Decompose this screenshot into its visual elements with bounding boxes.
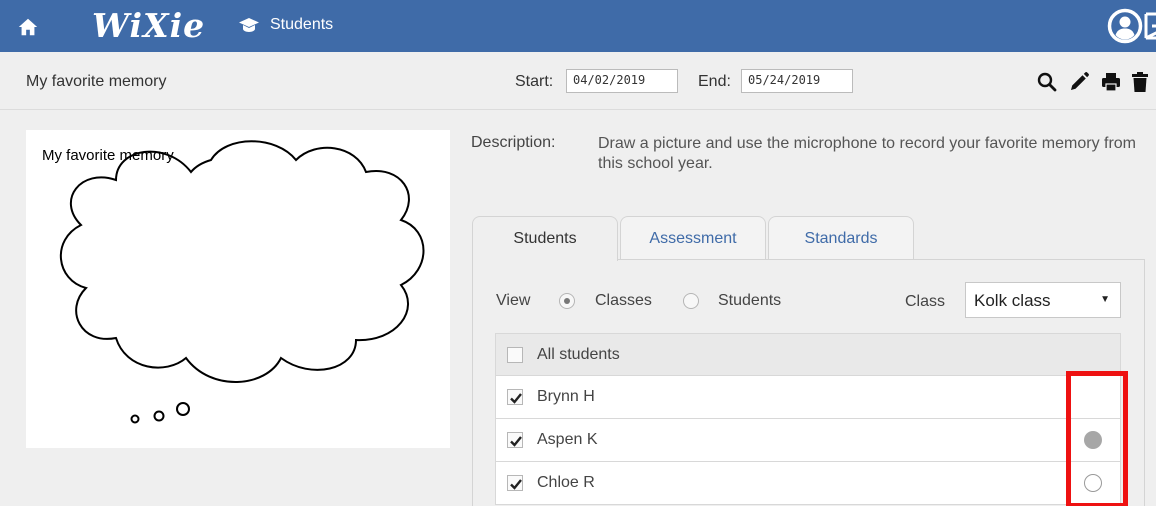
search-icon[interactable] <box>1036 71 1058 93</box>
home-icon[interactable] <box>17 16 39 38</box>
all-students-row[interactable]: All students <box>495 333 1121 376</box>
chevron-down-icon: ▼ <box>1100 294 1110 305</box>
thought-cloud-drawing <box>59 140 425 424</box>
students-radio[interactable] <box>683 293 699 309</box>
trash-icon[interactable] <box>1129 71 1151 93</box>
student-row[interactable]: Chloe R <box>495 462 1121 505</box>
tab-assessment[interactable]: Assessment <box>620 216 766 260</box>
class-label: Class <box>905 293 946 310</box>
nav-students-link[interactable]: Students <box>238 16 333 34</box>
students-radio-label[interactable]: Students <box>718 292 781 310</box>
nav-students-label: Students <box>270 16 334 33</box>
student-checkbox[interactable] <box>507 432 523 448</box>
classes-radio-label[interactable]: Classes <box>595 292 652 310</box>
class-select-value: Kolk class <box>974 291 1051 310</box>
checkmark-icon <box>510 393 522 404</box>
all-students-label: All students <box>537 346 620 363</box>
account-icon[interactable] <box>1107 8 1143 44</box>
start-date-label: Start: <box>515 73 554 90</box>
tab-standards[interactable]: Standards <box>768 216 914 260</box>
view-label: View <box>496 292 531 309</box>
logout-icon[interactable] <box>1144 10 1156 42</box>
red-highlight-box <box>1066 371 1128 506</box>
end-date-input[interactable]: 05/24/2019 <box>741 69 853 93</box>
drawing-canvas[interactable]: My favorite memory <box>26 130 450 448</box>
wixie-logo[interactable]: WiXie <box>92 6 205 45</box>
assignment-toolbar: My favorite memory Start: 04/02/2019 End… <box>0 52 1156 110</box>
student-checkbox[interactable] <box>507 475 523 491</box>
description-text: Draw a picture and use the microphone to… <box>598 135 1137 172</box>
student-row[interactable]: Brynn H <box>495 376 1121 419</box>
student-name: Chloe R <box>537 474 595 491</box>
tab-students[interactable]: Students <box>472 216 618 261</box>
radio-selected-dot <box>564 298 570 304</box>
description-label: Description: <box>471 134 556 151</box>
graduation-cap-icon <box>239 18 259 32</box>
class-select[interactable]: Kolk class ▼ <box>965 282 1121 318</box>
student-checkbox[interactable] <box>507 389 523 405</box>
all-students-checkbox[interactable] <box>507 347 523 363</box>
print-icon[interactable] <box>1100 71 1122 93</box>
checkmark-icon <box>510 436 522 447</box>
student-name: Aspen K <box>537 431 598 448</box>
top-navigation-bar: WiXie Students <box>0 0 1156 52</box>
student-name: Brynn H <box>537 388 595 405</box>
page-title: My favorite memory <box>26 73 167 90</box>
student-row[interactable]: Aspen K <box>495 419 1121 462</box>
start-date-input[interactable]: 04/02/2019 <box>566 69 678 93</box>
checkmark-icon <box>510 479 522 490</box>
pencil-icon[interactable] <box>1068 71 1090 93</box>
canvas-caption: My favorite memory <box>42 147 174 164</box>
end-date-label: End: <box>698 73 731 90</box>
classes-radio[interactable] <box>559 293 575 309</box>
